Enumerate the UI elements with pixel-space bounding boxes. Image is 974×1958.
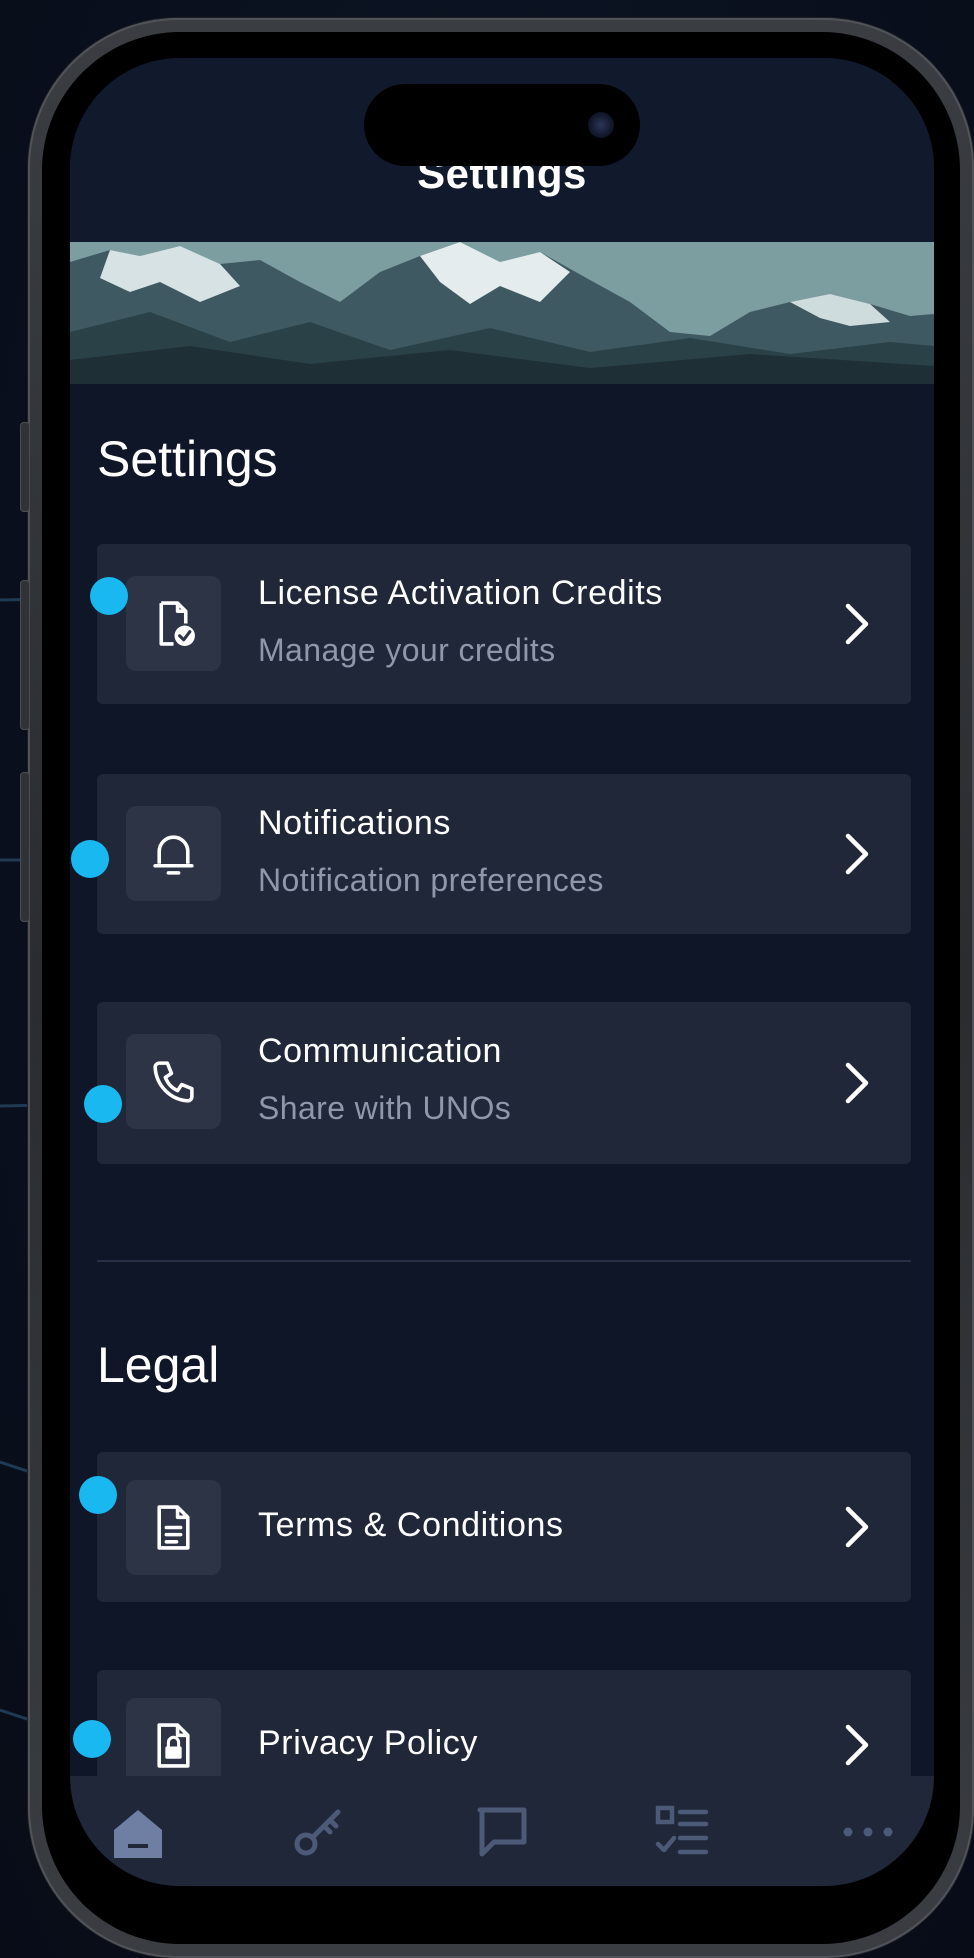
section-title-settings: Settings <box>97 431 278 487</box>
phone-screen: Settings Settings License Activation Cre… <box>70 58 934 1886</box>
camera-icon <box>588 112 614 138</box>
action-button <box>20 422 30 512</box>
legal-item-title: Terms & Conditions <box>258 1506 564 1544</box>
key-icon <box>294 1809 341 1856</box>
settings-item-title: License Activation Credits <box>258 574 663 612</box>
mountain-banner-image <box>70 242 934 384</box>
chevron-right-icon <box>845 833 869 875</box>
document-icon <box>157 1505 190 1550</box>
nav-item-messages[interactable] <box>470 1800 534 1864</box>
chevron-right-icon <box>845 603 869 645</box>
phone-icon <box>153 1061 194 1103</box>
license-icon-box <box>126 576 221 671</box>
legal-item-title: Privacy Policy <box>258 1724 479 1762</box>
license-file-check-icon <box>159 601 195 646</box>
settings-item-title: Notifications <box>258 804 451 842</box>
chevron-right-icon <box>845 1506 869 1548</box>
annotation-dot <box>84 1085 122 1123</box>
settings-item-license-activation-credits[interactable]: License Activation Credits Manage your c… <box>97 544 911 704</box>
home-icon <box>114 1810 162 1858</box>
chevron-right-icon <box>845 1724 869 1766</box>
settings-item-notifications[interactable]: Notifications Notification preferences <box>97 774 911 934</box>
section-title-legal: Legal <box>97 1337 220 1393</box>
communication-icon-box <box>126 1034 221 1129</box>
dynamic-island <box>364 84 640 166</box>
settings-item-subtitle: Notification preferences <box>258 862 604 898</box>
bell-icon <box>153 835 194 875</box>
volume-up-button <box>20 580 30 730</box>
annotation-dot <box>90 577 128 615</box>
legal-item-terms-conditions[interactable]: Terms & Conditions <box>97 1452 911 1602</box>
checklist-icon <box>655 1805 709 1855</box>
nav-item-keys[interactable] <box>288 1800 352 1864</box>
annotation-dot <box>79 1476 117 1514</box>
volume-down-button <box>20 772 30 922</box>
annotation-dot <box>71 840 109 878</box>
nav-item-tasks[interactable] <box>650 1800 714 1864</box>
screenshot-stage: Settings Settings License Activation Cre… <box>0 0 974 1958</box>
nav-item-home[interactable] <box>106 1800 170 1864</box>
section-divider <box>97 1260 911 1262</box>
terms-icon-box <box>126 1480 221 1575</box>
more-icon <box>843 1827 893 1837</box>
settings-item-communication[interactable]: Communication Share with UNOs <box>97 1002 911 1164</box>
notifications-icon-box <box>126 806 221 901</box>
settings-item-subtitle: Manage your credits <box>258 632 556 668</box>
lock-document-icon <box>157 1723 190 1768</box>
settings-item-subtitle: Share with UNOs <box>258 1090 512 1126</box>
bottom-navigation-bar <box>70 1776 934 1886</box>
annotation-dot <box>73 1720 111 1758</box>
nav-item-more[interactable] <box>836 1800 900 1864</box>
chevron-right-icon <box>845 1062 869 1104</box>
settings-item-title: Communication <box>258 1032 503 1070</box>
chat-icon <box>477 1807 527 1857</box>
